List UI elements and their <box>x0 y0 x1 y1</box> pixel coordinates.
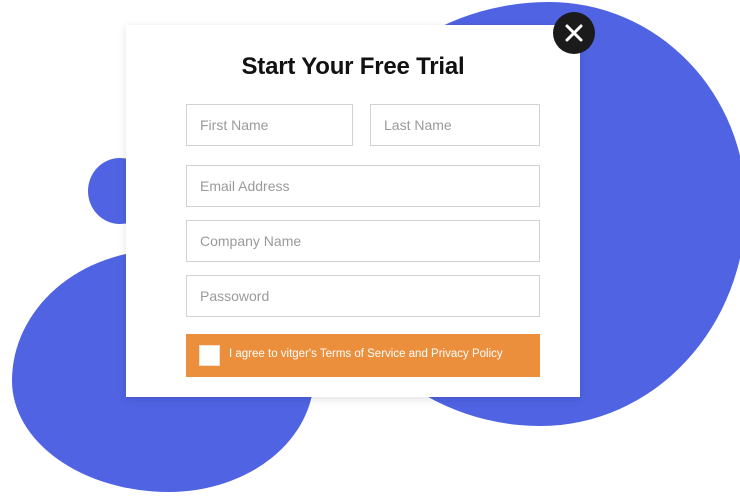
company-name-field[interactable] <box>186 220 540 262</box>
first-name-field[interactable] <box>186 104 353 146</box>
password-field[interactable] <box>186 275 540 317</box>
terms-agreement[interactable]: I agree to vitger's Terms of Service and… <box>186 334 540 377</box>
last-name-field[interactable] <box>370 104 540 146</box>
free-trial-form: Start Your Free Trial I agree to vitger'… <box>126 25 580 397</box>
signup-popup-scene: Start Your Free Trial I agree to vitger'… <box>0 0 740 500</box>
form-title: Start Your Free Trial <box>241 53 465 80</box>
close-button[interactable] <box>553 12 595 54</box>
email-field[interactable] <box>186 165 540 207</box>
terms-checkbox[interactable] <box>199 345 220 366</box>
terms-label: I agree to vitger's Terms of Service and… <box>229 348 503 360</box>
